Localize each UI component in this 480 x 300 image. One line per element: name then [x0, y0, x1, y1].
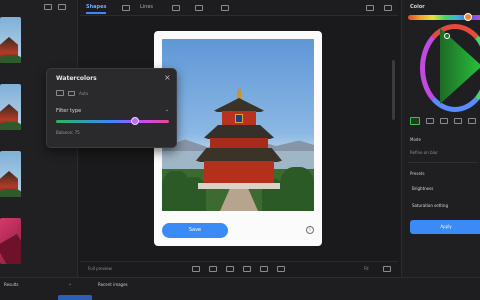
tab-shapes[interactable]: Shapes	[86, 4, 107, 14]
auto-label: Auto	[79, 90, 89, 96]
undo-icon[interactable]	[192, 266, 200, 272]
reset-icon[interactable]	[468, 118, 476, 124]
share-icon[interactable]	[366, 5, 374, 11]
strip-toolbar	[44, 4, 66, 10]
recent-images-tab[interactable]: Recent images	[98, 282, 128, 287]
tab-lines[interactable]: Lines	[140, 4, 153, 10]
apply-button[interactable]: Apply	[410, 220, 480, 234]
fullscreen-icon[interactable]	[383, 266, 391, 272]
pagoda-photo[interactable]	[162, 39, 314, 211]
copy-icon[interactable]	[260, 266, 268, 272]
list-icon[interactable]	[426, 118, 434, 124]
crop-icon[interactable]	[277, 266, 285, 272]
hue-knob[interactable]	[464, 13, 472, 21]
bottom-toolbar: Full preview Fit	[80, 261, 398, 275]
pagoda	[196, 89, 282, 189]
status-bar: Results ⌄ Recent images	[0, 277, 480, 300]
panel-title: Color	[410, 4, 425, 10]
expand-icon[interactable]	[58, 4, 66, 10]
chevron-down-icon[interactable]: ⌄	[165, 107, 169, 113]
info-icon[interactable]: i	[306, 226, 314, 234]
thumbnail-3[interactable]	[0, 151, 21, 197]
divider	[408, 162, 478, 163]
close-icon[interactable]: ×	[164, 73, 171, 82]
brightness-item[interactable]: Brightness	[412, 186, 433, 191]
preview-label[interactable]: Full preview	[88, 266, 112, 271]
compare-icon[interactable]	[243, 266, 251, 272]
text-icon[interactable]	[221, 5, 229, 11]
crop-icon[interactable]	[195, 5, 203, 11]
canvas-scrollbar[interactable]	[392, 60, 395, 120]
image-icon[interactable]	[56, 90, 64, 96]
popup-row: Auto	[56, 90, 88, 96]
active-indicator	[58, 295, 92, 300]
thumbnail-4[interactable]	[0, 218, 21, 264]
layers-icon[interactable]	[172, 5, 180, 11]
presets-label: Presets	[410, 171, 425, 176]
more-icon[interactable]	[384, 5, 392, 11]
panel-tools	[410, 117, 476, 125]
save-button[interactable]: Save	[162, 223, 228, 238]
frame-icon[interactable]	[122, 5, 130, 11]
image-icon[interactable]	[440, 118, 448, 124]
fit-label[interactable]: Fit	[364, 266, 369, 271]
image-card: Save i	[154, 31, 322, 246]
thumbnail-1[interactable]	[0, 17, 21, 63]
refine-option[interactable]: Refine on blur	[410, 150, 438, 155]
settings-icon[interactable]	[68, 90, 75, 96]
slider-knob[interactable]	[131, 117, 140, 125]
popup-title: Watercolors	[56, 75, 97, 82]
thumbnail-2[interactable]	[0, 84, 21, 130]
color-panel: Color Mode Refine on blur Presets Bright…	[401, 0, 480, 300]
redo-icon[interactable]	[209, 266, 217, 272]
camera-icon[interactable]	[226, 266, 234, 272]
chevron-down-icon[interactable]: ⌄	[68, 281, 72, 287]
balance-hint: Balance: 75	[56, 130, 80, 135]
eyedropper-icon[interactable]	[454, 118, 462, 124]
grid-icon[interactable]	[44, 4, 52, 10]
balance-slider[interactable]	[56, 117, 169, 125]
filter-type-label[interactable]: Filter type	[56, 108, 81, 114]
results-tab[interactable]: Results	[4, 282, 18, 287]
canvas-toolbar: Shapes Lines	[80, 0, 398, 16]
saturation-item[interactable]: Saturation setting	[412, 203, 448, 208]
filter-popup: Watercolors × Auto Filter type ⌄ Balance…	[46, 68, 177, 148]
bottom-icons	[192, 266, 285, 272]
thumbnail-strip	[0, 0, 78, 300]
grid-view-icon[interactable]	[410, 117, 420, 125]
mode-label: Mode	[410, 137, 421, 142]
color-picker-dot[interactable]	[444, 33, 450, 39]
